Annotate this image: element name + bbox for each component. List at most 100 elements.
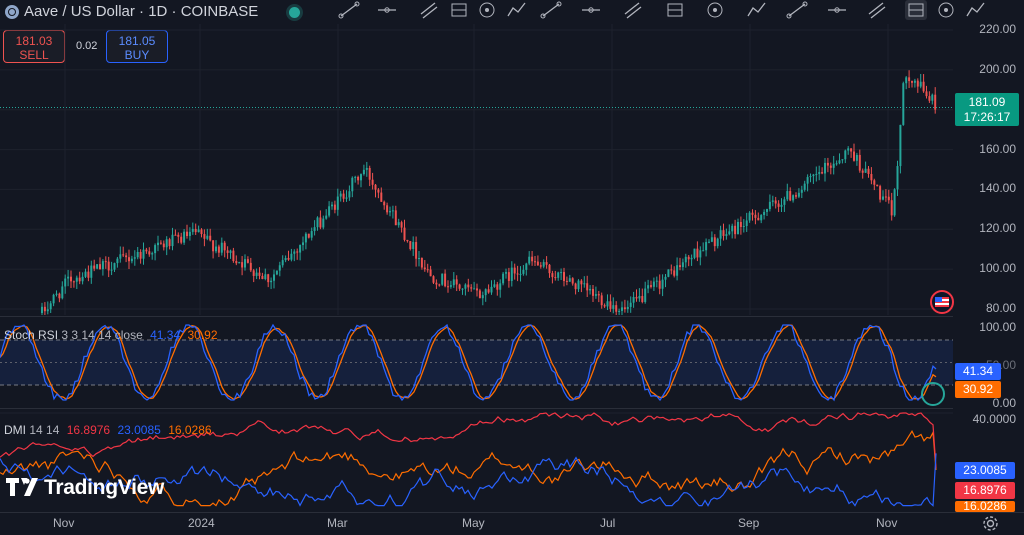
candle-body: [264, 274, 267, 280]
candle-body: [560, 272, 563, 274]
candle-body: [232, 250, 235, 262]
candle-body: [415, 242, 418, 259]
projection-icon[interactable]: [664, 0, 686, 20]
brush-icon[interactable]: [826, 0, 848, 20]
candle-body: [191, 228, 194, 232]
candle-body: [774, 200, 777, 204]
candle-body: [438, 284, 441, 286]
symbol-title[interactable]: Aave / US Dollar · 1D · COINBASE: [24, 3, 258, 20]
candle-body: [818, 172, 821, 174]
candle-body: [348, 191, 351, 198]
stoch-rsi-legend[interactable]: Stoch RSI 3 3 14 14 close 41.34 30.92: [4, 328, 218, 342]
candle-body: [913, 80, 916, 83]
candle-body: [771, 200, 774, 202]
stoch-rsi-params: 3 3 14 14 close: [61, 328, 143, 342]
candle-body: [925, 91, 928, 97]
candle-body: [226, 250, 229, 253]
candle-body: [72, 281, 75, 283]
stoch-d-value: 30.92: [187, 328, 218, 342]
dmi-legend[interactable]: DMI 14 14 16.8976 23.0085 16.0286: [4, 423, 212, 437]
path-icon[interactable]: [965, 0, 987, 20]
stoch-d-tag: 30.92: [955, 381, 1001, 398]
horizontal-line-icon[interactable]: [376, 0, 398, 20]
candle-body: [826, 162, 829, 166]
date-range-icon[interactable]: [746, 0, 768, 20]
us-flag-icon[interactable]: [930, 290, 954, 314]
text-icon[interactable]: [905, 0, 927, 20]
candle-body: [380, 192, 383, 202]
candle-body: [490, 286, 493, 293]
candle-body: [331, 204, 333, 207]
anchored-vwap-icon[interactable]: [866, 0, 888, 20]
candle-body: [600, 295, 603, 306]
candle-body: [281, 260, 284, 266]
ruler-icon[interactable]: [704, 0, 726, 20]
candle-body: [302, 242, 304, 246]
candle-body: [458, 284, 461, 289]
candle-body: [806, 177, 809, 184]
candle-body: [832, 163, 835, 168]
candle-body: [661, 279, 664, 289]
price-axis-label: 160.00: [979, 141, 1016, 156]
candle-body: [739, 221, 742, 227]
candle-body: [345, 197, 348, 199]
dmi-adx-tag: 16.8976: [955, 482, 1015, 499]
candle-body: [351, 177, 354, 192]
candle-body: [58, 293, 61, 299]
candle-body: [789, 191, 792, 201]
trend-line-icon[interactable]: [338, 0, 360, 20]
candle-body: [499, 283, 502, 290]
candle-body: [684, 256, 687, 263]
candle-body: [101, 261, 104, 270]
candle-body: [84, 271, 87, 277]
candle-body: [496, 284, 499, 290]
candle-body: [652, 281, 655, 287]
elliott-icon[interactable]: [580, 0, 602, 20]
stoch-k-tag: 41.34: [955, 363, 1001, 380]
candle-body: [96, 264, 99, 269]
gann-icon[interactable]: [506, 0, 528, 20]
candle-body: [899, 124, 902, 167]
price-axis-label: 100.00: [979, 261, 1016, 276]
candle-body: [180, 236, 183, 243]
candle-body: [151, 253, 154, 255]
pattern-icon[interactable]: [540, 0, 562, 20]
candle-body: [336, 196, 339, 210]
candle-body: [220, 242, 223, 253]
candle-body: [406, 239, 409, 242]
candle-body: [258, 272, 261, 276]
candle-body: [148, 251, 151, 255]
pitchfork-icon[interactable]: [448, 0, 470, 20]
shape-icon[interactable]: [935, 0, 957, 20]
candle-body: [861, 170, 864, 173]
market-status-icon[interactable]: [289, 7, 300, 18]
candle-body: [571, 278, 574, 284]
candle-body: [809, 176, 812, 178]
candle-body: [615, 305, 618, 312]
price-axis-label: 220.00: [979, 21, 1016, 36]
price-range-icon[interactable]: [786, 0, 808, 20]
candle-body: [748, 212, 751, 221]
candle-body: [763, 211, 766, 216]
candle-body: [768, 201, 771, 210]
price-chart[interactable]: [0, 24, 953, 315]
tradingview-brand[interactable]: TradingView: [44, 476, 164, 500]
fib-icon[interactable]: [476, 0, 498, 20]
candle-body: [679, 265, 681, 268]
candle-body: [299, 245, 302, 253]
candle-body: [61, 286, 64, 299]
candle-body: [449, 285, 452, 287]
candle-body: [174, 234, 177, 236]
dmi-title: DMI: [4, 423, 26, 437]
candle-body: [354, 176, 357, 178]
candle-body: [690, 257, 693, 260]
candle-body: [731, 225, 734, 232]
candle-body: [128, 257, 130, 262]
cycle-icon[interactable]: [622, 0, 644, 20]
settings-gear-icon[interactable]: [982, 515, 999, 532]
candle-body: [75, 277, 78, 282]
candle-body: [858, 154, 861, 171]
candle-body: [658, 280, 661, 289]
channel-icon[interactable]: [418, 0, 440, 20]
candle-body: [133, 257, 136, 259]
